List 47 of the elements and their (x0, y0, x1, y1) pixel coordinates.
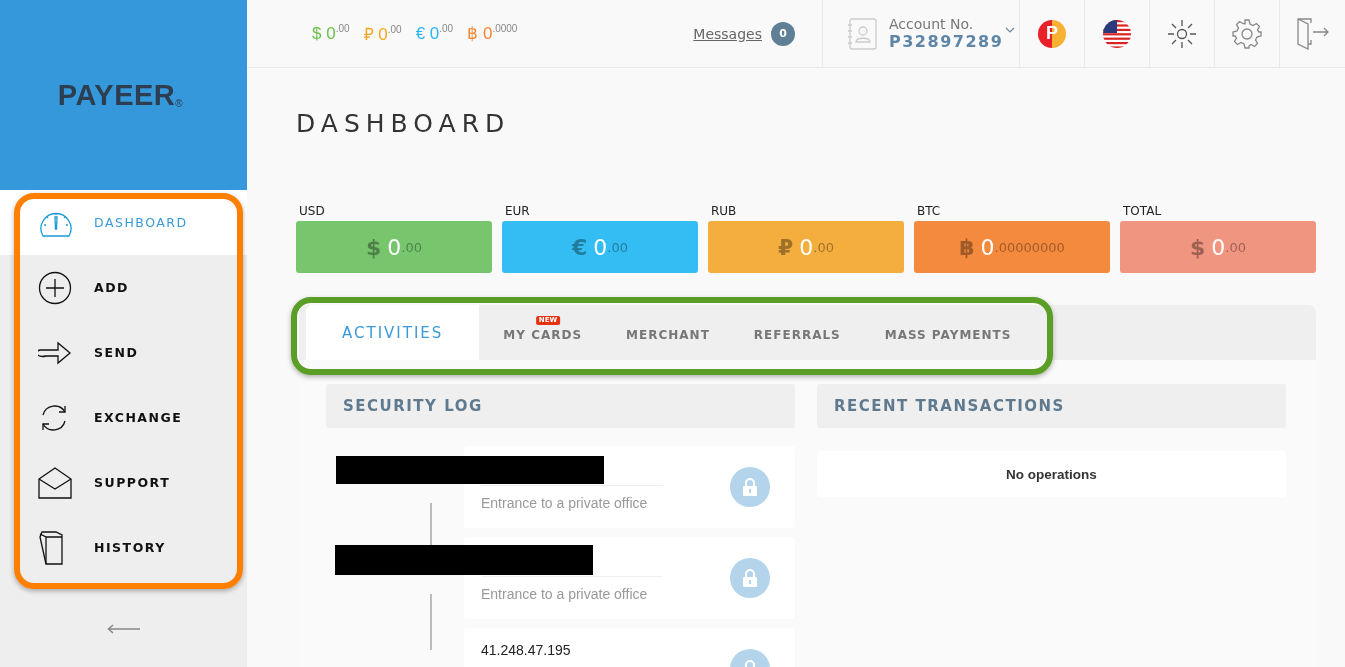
chevron-down-icon[interactable] (1005, 26, 1016, 33)
balance-amount: ฿ 0$^{.0000}$ (467, 23, 518, 44)
wallet-card[interactable]: $ 0$^{.00}$ (1120, 221, 1316, 273)
arrow-left-icon[interactable] (106, 624, 141, 634)
message-count: 0 (771, 21, 795, 46)
plus-circle-icon (38, 270, 72, 305)
book-icon (38, 530, 64, 565)
lock-icon (730, 467, 770, 507)
account-number[interactable]: P32897289 (889, 32, 1004, 51)
sidebar-item[interactable]: SEND (0, 320, 247, 385)
log-note: Entrance to a private office (481, 495, 649, 511)
empty-message: No operations (817, 451, 1286, 497)
wallet-label: EUR (504, 204, 531, 218)
sidebar-item[interactable]: HISTORY (0, 515, 247, 580)
arrow-right-icon (38, 340, 72, 365)
tab[interactable]: MERCHANT (602, 305, 730, 360)
tab[interactable]: REFERRALS (729, 305, 861, 360)
contact-book-icon (847, 17, 877, 50)
tab[interactable]: ACTIVITIES (306, 305, 480, 360)
wallet-label: TOTAL (1122, 204, 1163, 218)
sidebar-item[interactable]: SUPPORT (0, 450, 247, 515)
messages-link[interactable]: Messages (693, 25, 762, 42)
wallet-label: RUB (710, 204, 738, 218)
exit-door-icon[interactable] (1296, 17, 1329, 50)
wallet-card[interactable]: € 0$^{.00}$ (502, 221, 698, 273)
balance-amount: $ 0$^{.00}$ (312, 23, 350, 44)
wallet-label: BTC (916, 204, 942, 218)
envelope-icon (38, 466, 72, 499)
lock-icon (730, 558, 770, 598)
ip-address: 41.248.47.195 (481, 642, 572, 658)
us-flag-icon[interactable] (1102, 18, 1132, 49)
wallet-label: USD (298, 204, 326, 218)
settings-icon[interactable] (1232, 18, 1262, 49)
sidebar-item[interactable]: ADD (0, 255, 247, 320)
sidebar-item[interactable]: EXCHANGE (0, 385, 247, 450)
section-header: SECURITY LOG (326, 384, 795, 428)
log-note: Entrance to a private office (481, 586, 649, 602)
wallet-card[interactable]: ₽ 0$^{.00}$ (708, 221, 904, 273)
wallet-card[interactable]: ฿ 0$^{.00000000}$ (914, 221, 1110, 273)
section-header: RECENT TRANSACTIONS (817, 384, 1286, 428)
balance-amount: ₽ 0$^{.00}$ (363, 23, 402, 45)
brightness-icon[interactable] (1167, 18, 1197, 49)
page-title: DASHBOARD (296, 108, 511, 140)
account-label: Account No. (889, 16, 975, 32)
balance-amount: € 0$^{.00}$ (415, 23, 454, 44)
wallet-card[interactable]: $ 0$^{.00}$ (296, 221, 492, 273)
tab[interactable]: MASS PAYMENTS (860, 305, 1032, 360)
